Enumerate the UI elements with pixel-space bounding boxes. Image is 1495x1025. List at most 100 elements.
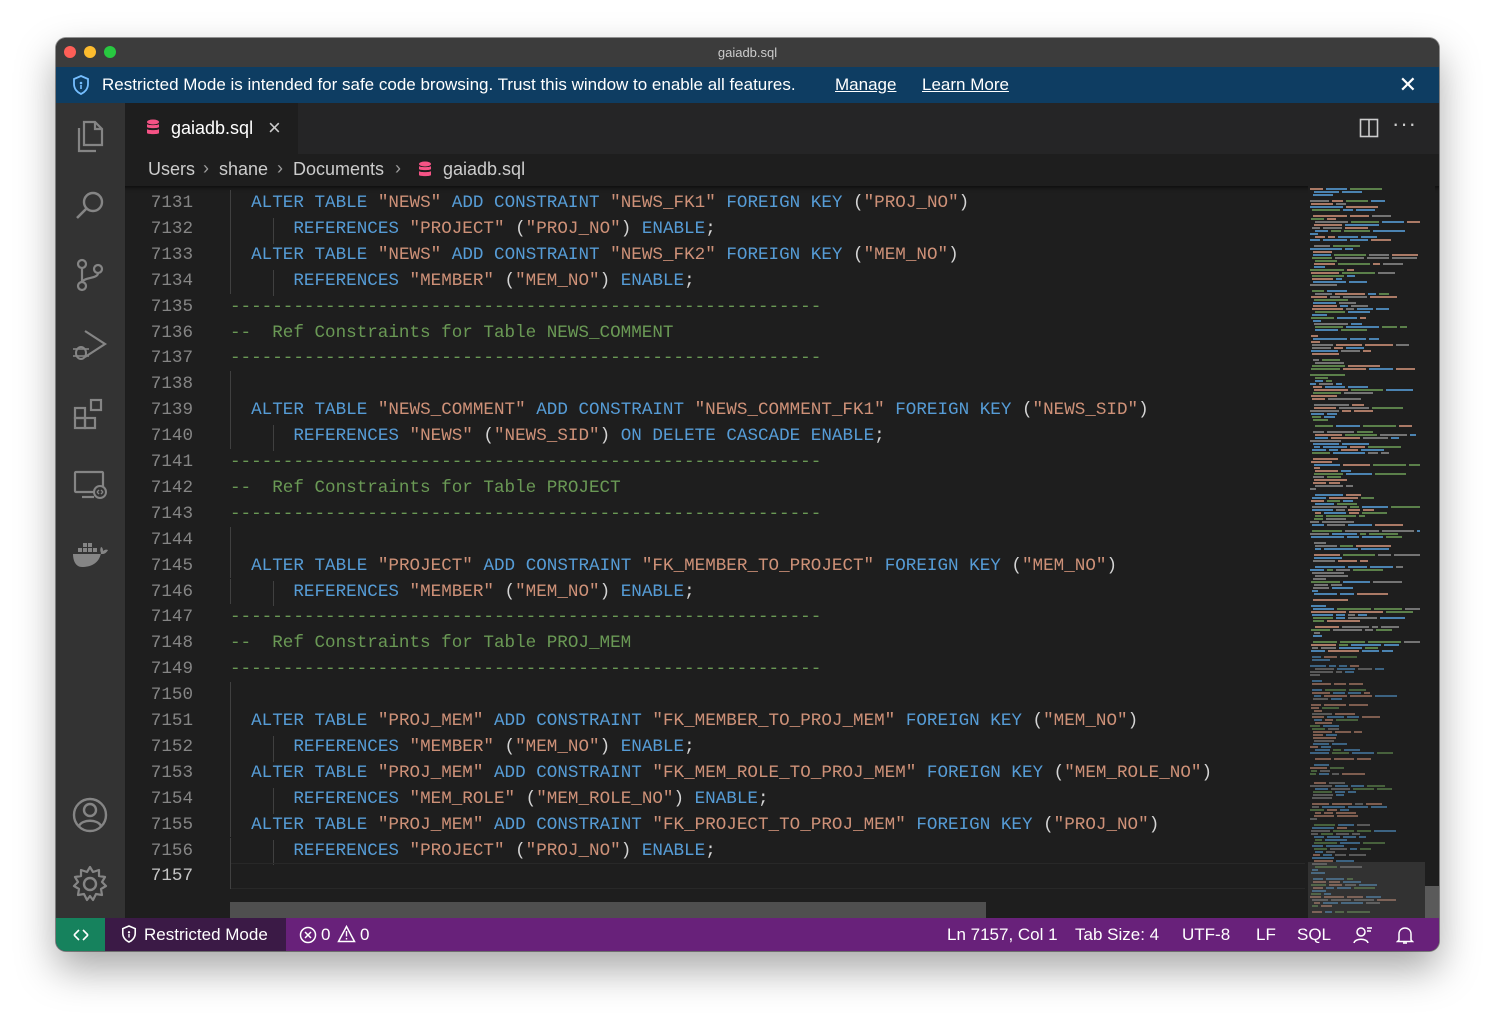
docker-icon[interactable]	[70, 534, 110, 574]
minimap-line	[1346, 485, 1353, 487]
code-line[interactable]: 7140 REFERENCES "NEWS" ("NEWS_SID") ON D…	[125, 423, 1305, 449]
search-icon[interactable]	[70, 186, 110, 226]
minimap-line	[1314, 815, 1334, 817]
code-line[interactable]: 7133 ALTER TABLE "NEWS" ADD CONSTRAINT "…	[125, 242, 1305, 268]
split-editor-icon[interactable]	[1359, 118, 1379, 138]
minimap-line	[1337, 503, 1357, 505]
code-line[interactable]: 7136 -- Ref Constraints for Table NEWS_CO…	[125, 320, 1305, 346]
line-code: REFERENCES "NEWS" ("NEWS_SID") ON DELETE…	[293, 426, 885, 447]
line-number: 7141	[150, 452, 193, 472]
code-line[interactable]: 7157	[125, 863, 1305, 890]
error-count: 0	[321, 925, 331, 944]
minimap-line	[1322, 521, 1354, 523]
end-of-line[interactable]: LF	[1256, 925, 1276, 945]
code-line[interactable]: 7153 ALTER TABLE "PROJ_MEM" ADD CONSTRAI…	[125, 760, 1305, 786]
encoding[interactable]: UTF-8	[1182, 925, 1230, 945]
code-line[interactable]: 7132 REFERENCES "PROJECT" ("PROJ_NO") EN…	[125, 216, 1305, 242]
breadcrumb-documents[interactable]: Documents	[293, 159, 384, 180]
minimap-line	[1313, 386, 1322, 388]
restricted-mode-label: Restricted Mode	[144, 925, 268, 944]
minimap-line	[1329, 665, 1336, 667]
restricted-mode-status[interactable]: Restricted Mode	[105, 918, 286, 951]
code-line[interactable]: 7138	[125, 371, 1305, 397]
code-line[interactable]: 7135 ------------------------------------…	[125, 294, 1305, 320]
feedback-icon[interactable]	[1353, 925, 1373, 945]
minimap-line	[1314, 710, 1322, 712]
bell-icon[interactable]	[1396, 925, 1414, 945]
breadcrumb-shane[interactable]: shane	[219, 159, 268, 180]
minimap-line	[1310, 752, 1329, 754]
code-line[interactable]: 7146 REFERENCES "MEMBER" ("MEM_NO") ENAB…	[125, 579, 1305, 605]
learn-more-link[interactable]: Learn More	[922, 75, 1009, 95]
minimap-line	[1314, 191, 1339, 193]
chevron-right-icon: ›	[203, 158, 209, 178]
code-line[interactable]: 7143 ------------------------------------…	[125, 501, 1305, 527]
minimap-line	[1311, 650, 1325, 652]
line-code: ALTER TABLE "NEWS" ADD CONSTRAINT "NEWS_…	[251, 244, 959, 265]
minimap-line	[1315, 311, 1345, 313]
run-and-debug-icon[interactable]	[70, 325, 110, 365]
code-line[interactable]: 7151 ALTER TABLE "PROJ_MEM" ADD CONSTRAI…	[125, 708, 1305, 734]
source-control-icon[interactable]	[70, 255, 110, 295]
shield-icon	[121, 925, 137, 943]
code-line[interactable]: 7155 ALTER TABLE "PROJ_MEM" ADD CONSTRAI…	[125, 812, 1305, 838]
minimap-line	[1344, 749, 1360, 751]
more-actions-icon[interactable]: ···	[1392, 111, 1417, 137]
code-line[interactable]: 7139 ALTER TABLE "NEWS_COMMENT" ADD CONS…	[125, 397, 1305, 423]
code-line[interactable]: 7142 -- Ref Constraints for Table PROJECT	[125, 475, 1305, 501]
minimap[interactable]	[1308, 186, 1435, 918]
minimap-line	[1311, 707, 1319, 709]
code-line[interactable]: 7156 REFERENCES "PROJECT" ("PROJ_NO") EN…	[125, 838, 1305, 864]
minimap-viewport[interactable]	[1308, 862, 1425, 918]
indent-guide	[273, 269, 274, 296]
indent-guide	[230, 552, 231, 579]
remote-indicator[interactable]	[56, 918, 105, 951]
vertical-scrollbar[interactable]	[1425, 886, 1439, 918]
minimap-line	[1326, 518, 1346, 520]
code-line[interactable]: 7150	[125, 682, 1305, 708]
code-line[interactable]: 7145 ALTER TABLE "PROJECT" ADD CONSTRAIN…	[125, 553, 1305, 579]
breadcrumb-file[interactable]: gaiadb.sql	[443, 159, 525, 180]
window-title: gaiadb.sql	[717, 45, 778, 60]
minimap-line	[1344, 392, 1373, 394]
minimap-line	[1326, 380, 1332, 382]
line-code: ----------------------------------------…	[230, 659, 822, 680]
problems-indicator[interactable]: 0 0	[299, 924, 379, 946]
code-line[interactable]: 7149 ------------------------------------…	[125, 656, 1305, 682]
code-line[interactable]: 7141 ------------------------------------…	[125, 449, 1305, 475]
language-mode[interactable]: SQL	[1297, 925, 1331, 945]
code-line[interactable]: 7134 REFERENCES "MEMBER" ("MEM_NO") ENAB…	[125, 268, 1305, 294]
code-line[interactable]: 7148 -- Ref Constraints for Table PROJ_ME…	[125, 630, 1305, 656]
accounts-icon[interactable]	[70, 795, 110, 835]
extensions-icon[interactable]	[70, 394, 110, 434]
code-line[interactable]: 7144	[125, 527, 1305, 553]
minimap-line	[1368, 446, 1401, 448]
minimap-line	[1331, 230, 1341, 232]
minimap-line	[1375, 524, 1403, 526]
manage-link[interactable]: Manage	[835, 75, 896, 95]
minimap-line	[1369, 533, 1398, 535]
code-line[interactable]: 7147 ------------------------------------…	[125, 604, 1305, 630]
tab-gaiadb-sql[interactable]: gaiadb.sql ×	[125, 103, 298, 154]
code-line[interactable]: 7137 ------------------------------------…	[125, 345, 1305, 371]
code-line[interactable]: 7152 REFERENCES "MEMBER" ("MEM_NO") ENAB…	[125, 734, 1305, 760]
minimap-line	[1336, 812, 1356, 814]
minimap-line	[1329, 782, 1345, 784]
code-editor[interactable]: 7131 ALTER TABLE "NEWS" ADD CONSTRAINT "…	[125, 186, 1439, 918]
remote-explorer-icon[interactable]	[70, 464, 110, 504]
indent-guide	[230, 863, 231, 890]
horizontal-scrollbar[interactable]	[230, 902, 986, 918]
cursor-position[interactable]: Ln 7157, Col 1	[947, 925, 1058, 945]
breadcrumb-users[interactable]: Users	[148, 159, 195, 180]
close-icon[interactable]: ✕	[1399, 72, 1417, 98]
chevron-right-icon: ›	[395, 158, 401, 178]
close-tab-icon[interactable]: ×	[268, 115, 281, 141]
minimap-line	[1310, 521, 1319, 523]
indent-guide	[230, 811, 231, 838]
code-line[interactable]: 7131 ALTER TABLE "NEWS" ADD CONSTRAINT "…	[125, 190, 1305, 216]
code-line[interactable]: 7154 REFERENCES "MEM_ROLE" ("MEM_ROLE_NO…	[125, 786, 1305, 812]
explorer-icon[interactable]	[70, 116, 110, 156]
database-icon	[147, 119, 159, 135]
gear-icon[interactable]	[70, 864, 110, 904]
tab-size[interactable]: Tab Size: 4	[1075, 925, 1159, 945]
